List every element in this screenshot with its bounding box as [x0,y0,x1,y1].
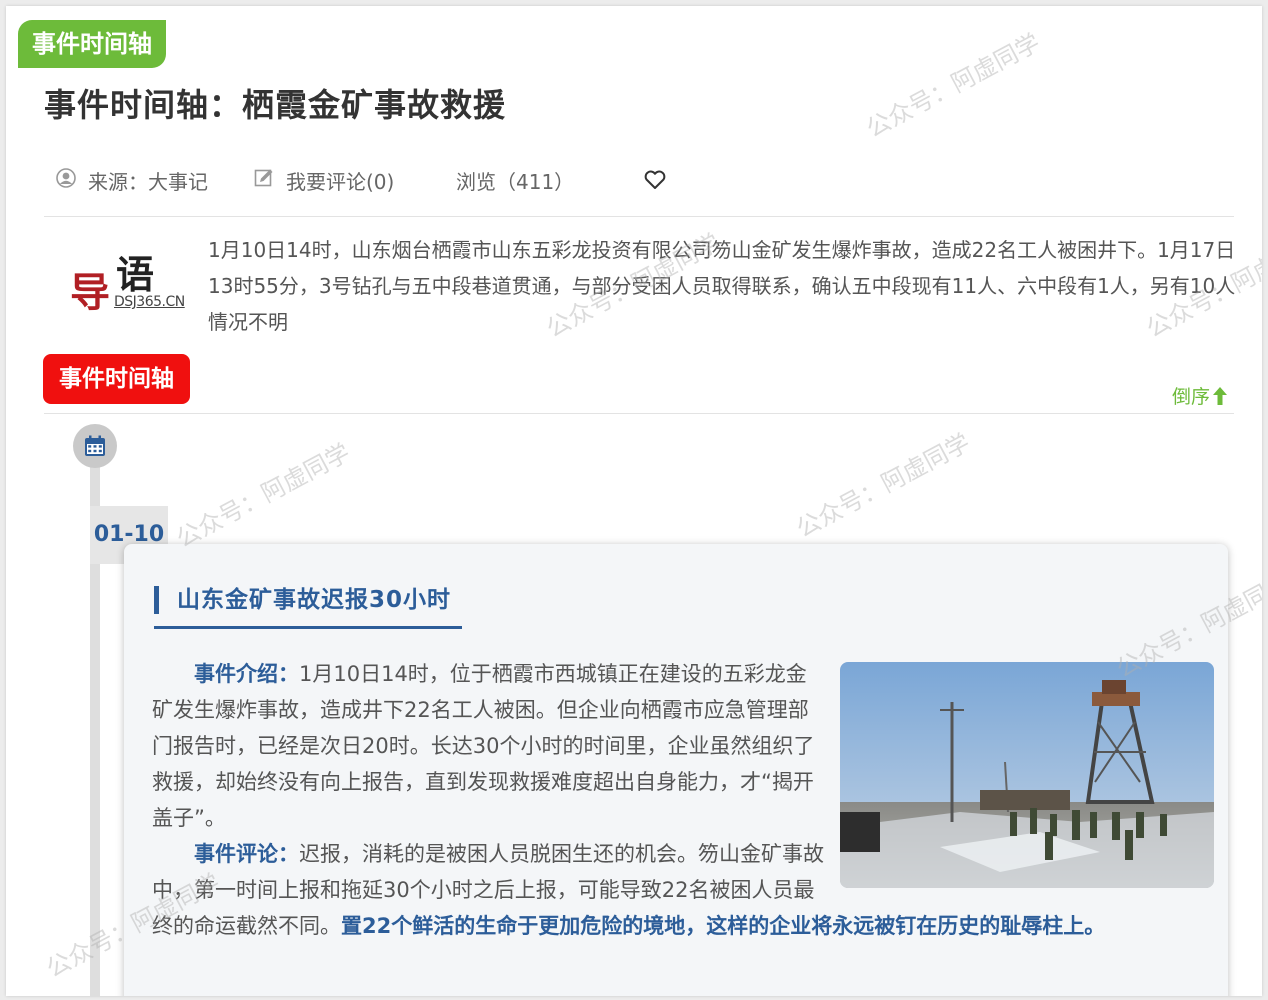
logo-char-yu: 语 [116,252,155,297]
source-meta: 来源：大事记 [56,166,208,195]
top-tab[interactable]: 事件时间轴 [18,20,166,68]
watermark: 公众号：阿虚同学 [171,438,355,554]
views-text: 浏览（411） [456,170,575,194]
comment-label: 事件评论： [194,842,299,866]
mine-rescue-photo [840,662,1214,888]
comment-emphasis-text: 置22个鲜活的生命于更加危险的境地，这样的企业将永远被钉在历史的耻辱柱上。 [341,914,1106,938]
edit-icon [254,168,274,193]
entry-title[interactable]: 山东金矿事故迟报30小时 [154,586,457,614]
timeline-entry-card: 山东金矿事故迟报30小时 事件介绍：1月10日14时，位于栖霞市西城镇正在建设的… [124,544,1228,996]
favorite-button[interactable] [644,170,666,195]
entry-body: 事件介绍：1月10日14时，位于栖霞市西城镇正在建设的五彩龙金矿发生爆炸事故，造… [152,656,1214,944]
divider [44,216,1234,217]
logo-domain: DSJ365.CN [114,294,185,310]
intro-text: 1月10日14时，山东烟台栖霞市山东五彩龙投资有限公司笏山金矿发生爆炸事故，造成… [208,238,1236,334]
page: 事件时间轴 事件时间轴：栖霞金矿事故救援 来源：大事记 我要评论(0) 浏览（4… [6,6,1262,996]
sort-toggle[interactable]: 倒序 [1172,382,1228,409]
calendar-icon [84,435,106,457]
page-title: 事件时间轴：栖霞金矿事故救援 [44,86,507,124]
heart-icon [644,170,666,195]
watermark: 公众号：阿虚同学 [791,428,975,544]
comment-link[interactable]: 我要评论(0) [254,166,394,195]
intro-label: 事件介绍： [194,662,299,686]
entry-title-underline [154,626,462,629]
intro-paragraph-text: 1月10日14时，位于栖霞市西城镇正在建设的五彩龙金矿发生爆炸事故，造成井下22… [152,662,815,830]
comment-text: 我要评论(0) [286,170,395,194]
timeline-node [73,424,117,468]
intro-logo: 导 语 DSJ365.CN [64,246,204,318]
user-icon [56,168,76,193]
divider [44,413,1234,414]
arrow-up-icon [1212,386,1228,406]
source-text: 来源：大事记 [88,170,208,194]
timeline-section-tab[interactable]: 事件时间轴 [43,354,190,404]
sort-label: 倒序 [1171,386,1210,408]
views-meta: 浏览（411） [456,166,574,195]
watermark: 公众号：阿虚同学 [861,28,1045,144]
logo-char-dao: 导 [70,269,110,316]
